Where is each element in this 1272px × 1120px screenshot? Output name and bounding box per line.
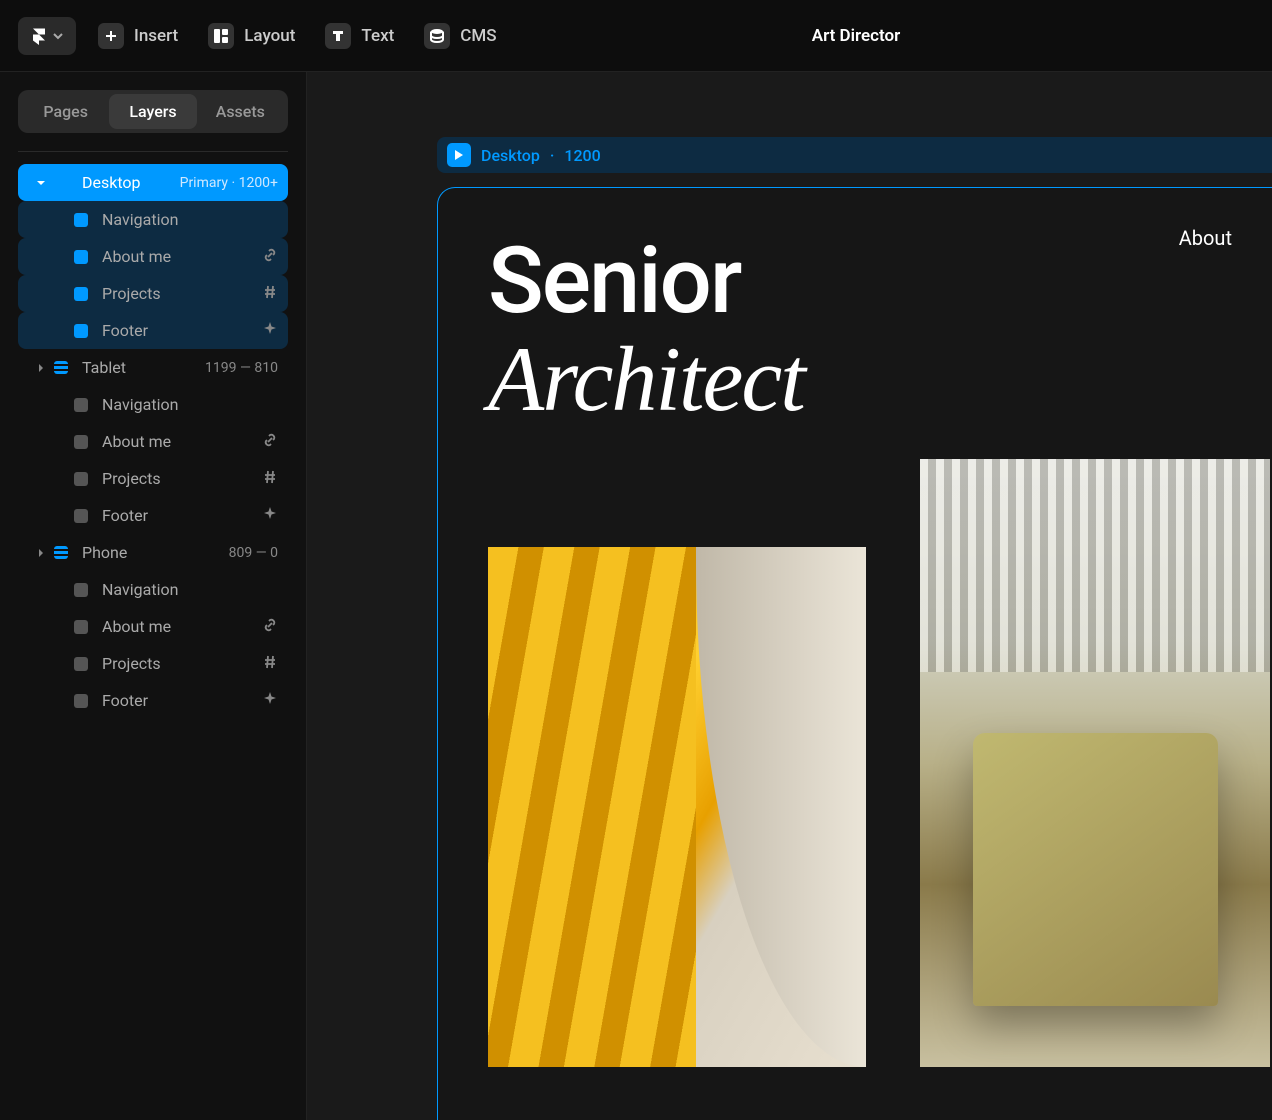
layer-projects[interactable]: Projects [18,645,288,682]
layer-tree: DesktopPrimary · 1200+ Navigation About me… [18,164,288,719]
component-icon [74,435,88,449]
layer-label: Navigation [102,210,262,229]
separator: · [550,146,555,165]
breakpoint-name: Desktop [481,146,540,165]
layout-icon [208,23,234,49]
insert-tool[interactable]: Insert [98,23,178,49]
link-icon [262,432,278,452]
chevron-down-icon [52,30,64,42]
layout-label: Layout [244,26,295,46]
component-icon [74,620,88,634]
frame-icon [54,546,68,559]
layer-label: About me [102,247,262,266]
layer-label: Footer [102,321,262,340]
cms-label: CMS [460,26,496,46]
component-icon [74,657,88,671]
layer-footer[interactable]: Footer [18,497,288,534]
sparkle-icon [262,506,278,526]
text-label: Text [361,26,394,46]
divider [18,151,288,152]
layer-navigation[interactable]: Navigation [18,201,288,238]
top-toolbar: Insert Layout Text CMS Art Director [0,0,1272,72]
layer-label: Navigation [102,395,262,414]
layer-label: Projects [102,469,262,488]
layer-footer[interactable]: Footer [18,682,288,719]
layer-label: Phone [82,543,229,562]
layer-label: Projects [102,654,262,673]
breakpoint-width: 1200 [564,146,600,165]
hero-line-2: Architect [488,331,1222,428]
insert-label: Insert [134,26,178,46]
layer-navigation[interactable]: Navigation [18,386,288,423]
layer-meta: 809 — 0 [229,545,278,561]
breakpoint-bar[interactable]: Desktop · 1200 [437,137,1272,173]
layer-label: About me [102,432,262,451]
frame-icon [54,176,68,190]
project-image-1[interactable] [488,547,866,1067]
layer-label: Footer [102,506,262,525]
chevron-icon[interactable] [34,548,48,558]
canvas[interactable]: Desktop · 1200 About Senior Architect [307,72,1272,1120]
hash-icon [262,469,278,489]
chevron-icon[interactable] [34,178,48,188]
layer-projects[interactable]: Projects [18,460,288,497]
component-icon [74,472,88,486]
left-sidebar: Pages Layers Assets DesktopPrimary · 120… [0,72,307,1120]
app-menu-button[interactable] [18,17,76,55]
nav-link-about[interactable]: About [1179,226,1232,250]
tab-assets[interactable]: Assets [197,94,284,129]
image-row [488,547,1222,1067]
hero-title[interactable]: Senior Architect [488,234,1222,427]
layer-label: Desktop [82,173,180,192]
layer-label: Footer [102,691,262,710]
chevron-icon[interactable] [34,363,48,373]
sparkle-icon [262,691,278,711]
frame-icon [54,361,68,374]
breakpoint-desktop[interactable]: DesktopPrimary · 1200+ [18,164,288,201]
text-tool[interactable]: Text [325,23,394,49]
link-icon [262,617,278,637]
component-icon [74,287,88,301]
cms-tool[interactable]: CMS [424,23,496,49]
project-image-2[interactable] [920,459,1270,1067]
layer-label: Projects [102,284,262,303]
plus-icon [98,23,124,49]
layer-about-me[interactable]: About me [18,238,288,275]
component-icon [74,509,88,523]
hero-line-1: Senior [488,234,1222,331]
component-icon [74,398,88,412]
canvas-frame[interactable]: About Senior Architect [437,187,1272,1120]
component-icon [74,583,88,597]
sidebar-tabs: Pages Layers Assets [18,90,288,133]
layer-footer[interactable]: Footer [18,312,288,349]
link-icon [262,247,278,267]
layout-tool[interactable]: Layout [208,23,295,49]
layer-label: Navigation [102,580,262,599]
layer-label: About me [102,617,262,636]
layer-projects[interactable]: Projects [18,275,288,312]
text-icon [325,23,351,49]
layer-meta: Primary · 1200+ [180,175,278,191]
framer-logo-icon [30,27,48,45]
tab-pages[interactable]: Pages [22,94,109,129]
layer-meta: 1199 — 810 [205,360,278,376]
breakpoint-tablet[interactable]: Tablet1199 — 810 [18,349,288,386]
hash-icon [262,284,278,304]
component-icon [74,213,88,227]
layer-label: Tablet [82,358,205,377]
breakpoint-phone[interactable]: Phone809 — 0 [18,534,288,571]
document-title[interactable]: Art Director [812,26,901,46]
layer-navigation[interactable]: Navigation [18,571,288,608]
sparkle-icon [262,321,278,341]
layer-about-me[interactable]: About me [18,423,288,460]
database-icon [424,23,450,49]
layer-about-me[interactable]: About me [18,608,288,645]
component-icon [74,324,88,338]
hash-icon [262,654,278,674]
play-icon[interactable] [447,143,471,167]
component-icon [74,250,88,264]
tab-layers[interactable]: Layers [109,94,196,129]
component-icon [74,694,88,708]
